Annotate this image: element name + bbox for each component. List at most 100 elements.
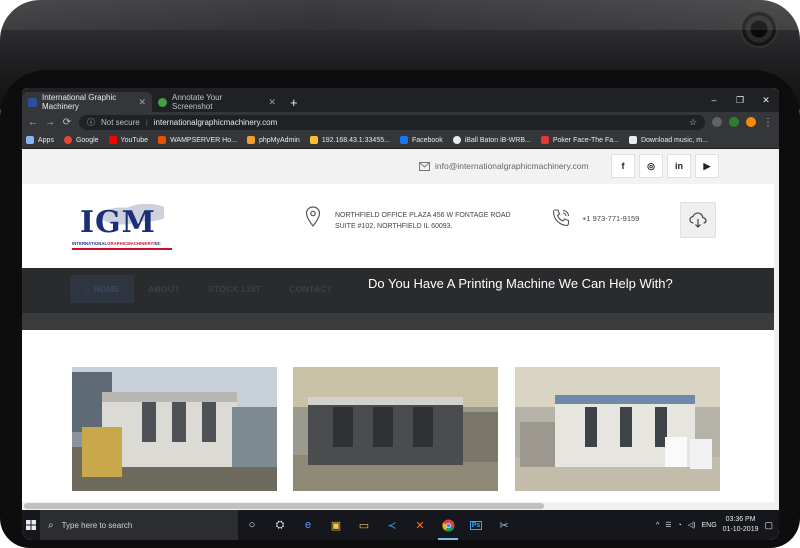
taskbar-search[interactable]: ⌕ Type here to search [40, 510, 238, 540]
close-icon[interactable]: ✕ [138, 97, 146, 108]
task-view-icon[interactable]: ○ [238, 510, 266, 540]
nav-contact[interactable]: CONTACT [275, 275, 346, 303]
bookmark-download-music[interactable]: Download music, m... [628, 136, 708, 144]
profile-avatar-icon[interactable] [746, 117, 756, 127]
nav-stock-list[interactable]: STOCK LIST [194, 275, 275, 303]
logo-underline [72, 248, 172, 250]
wifi-icon[interactable]: ◔ [678, 522, 682, 529]
address-line-1: NORTHFIELD OFFICE PLAZA 456 W FONTAGE RO… [335, 212, 511, 219]
phpmyadmin-icon [246, 136, 255, 144]
logo-text: IGM [80, 205, 156, 240]
edge-icon[interactable]: e [294, 510, 322, 540]
bookmark-wampserver[interactable]: WAMPSERVER Ho... [158, 136, 237, 144]
poker-face-icon [540, 136, 549, 144]
start-button[interactable] [22, 510, 40, 540]
printing-press-image [72, 367, 277, 491]
printing-press-image [515, 367, 720, 491]
bookmark-label: Poker Face-The Fa... [552, 136, 619, 144]
forward-arrow-icon[interactable]: → [45, 117, 55, 128]
bookmark-label: iBall Baton iB-WRB... [464, 136, 531, 144]
close-window-button[interactable]: ✕ [753, 95, 779, 106]
security-label: Not secure [101, 117, 140, 127]
extension-gear-icon[interactable] [712, 117, 722, 127]
tab-international-graphic-machinery[interactable]: International Graphic Machinery ✕ [22, 92, 152, 112]
bookmarks-bar: Apps Google YouTube WAMPSERVER Ho... php… [22, 132, 779, 149]
chrome-logo-icon [441, 519, 454, 532]
bookmark-network[interactable]: 192.168.43.1:33455... [309, 136, 390, 144]
minimize-button[interactable]: – [701, 95, 727, 105]
scrollbar-thumb[interactable] [24, 503, 544, 509]
bookmark-facebook[interactable]: Facebook [399, 136, 443, 144]
close-icon[interactable]: ✕ [268, 97, 276, 108]
chrome-icon[interactable] [434, 510, 462, 540]
bookmark-poker-face[interactable]: Poker Face-The Fa... [540, 136, 619, 144]
window-controls: – ❐ ✕ [701, 88, 779, 112]
igm-logo[interactable]: IGM INTERNATIONALGRAPHICMACHINERYINC [72, 199, 172, 254]
vscode-icon[interactable]: ≺ [378, 510, 406, 540]
machine-photo[interactable] [72, 367, 277, 491]
bookmark-iball[interactable]: iBall Baton iB-WRB... [452, 136, 531, 144]
url-field[interactable]: ⓘ Not secure | internationalgraphicmachi… [79, 114, 705, 130]
nav-home[interactable]: ⌂ HOME [70, 275, 135, 303]
bookmark-label: Facebook [411, 136, 443, 144]
volume-icon[interactable]: ◁) [688, 521, 696, 529]
horizontal-scrollbar[interactable] [22, 502, 774, 510]
network-icon[interactable]: ☰ [665, 521, 671, 529]
bookmark-star-icon[interactable]: ☆ [689, 117, 697, 128]
reload-icon[interactable]: ⟳ [62, 117, 72, 128]
camera-icon [742, 12, 776, 46]
info-icon[interactable]: ⓘ [87, 117, 95, 128]
snipping-icon[interactable]: ✂ [490, 510, 518, 540]
people-icon[interactable]: ⛭ [266, 510, 294, 540]
file-explorer-icon[interactable]: ▭ [350, 510, 378, 540]
search-icon: ⌕ [48, 519, 54, 531]
facebook-icon[interactable]: f [611, 154, 635, 178]
xampp-icon[interactable]: ✕ [406, 510, 434, 540]
youtube-icon [108, 136, 117, 144]
bookmark-phpmyadmin[interactable]: phpMyAdmin [246, 136, 300, 144]
photoshop-icon[interactable]: Ps [462, 510, 490, 540]
url-text: internationalgraphicmachinery.com [153, 117, 278, 127]
clock-time: 03:36 PM [725, 516, 756, 523]
browser-tab-bar: International Graphic Machinery ✕ Annota… [22, 88, 779, 112]
location-pin-icon [305, 206, 321, 227]
language-indicator[interactable]: ENG [702, 522, 717, 529]
bookmark-label: WAMPSERVER Ho... [170, 136, 237, 144]
phone-number[interactable]: +1 973-771-9159 [582, 214, 639, 223]
clock[interactable]: 03:36 PM 01-10-2019 [723, 515, 759, 535]
bookmark-youtube[interactable]: YouTube [108, 136, 148, 144]
youtube-icon[interactable]: ▶ [695, 154, 719, 178]
website-viewport: info@internationalgraphicmachinery.com f… [22, 149, 774, 510]
instagram-icon[interactable]: ◎ [639, 154, 663, 178]
machine-photo[interactable] [293, 367, 498, 491]
facebook-icon [399, 136, 408, 144]
tab-annotate-your-screenshot[interactable]: Annotate Your Screenshot ✕ [152, 92, 282, 112]
apps-grid-icon [26, 136, 34, 144]
tab-title: Annotate Your Screenshot [172, 93, 223, 111]
notifications-icon[interactable]: ▢ [764, 520, 773, 531]
bookmark-apps[interactable]: Apps [26, 136, 54, 144]
chevron-up-icon[interactable]: ^ [656, 522, 659, 529]
machine-photo[interactable] [515, 367, 720, 491]
main-nav: ⌂ HOME ABOUT STOCK LIST CONTACT [70, 275, 346, 303]
cloud-download-button[interactable] [680, 202, 716, 238]
menu-dots-icon[interactable]: ⋮ [763, 117, 773, 128]
bookmark-google[interactable]: Google [63, 136, 99, 144]
hero-headline: Do You Have A Printing Machine We Can He… [368, 276, 673, 291]
windows-taskbar: ⌕ Type here to search ○ ⛭ e ▣ ▭ ≺ ✕ Ps ✂… [22, 510, 779, 540]
iball-icon [452, 136, 461, 144]
bookmark-label: phpMyAdmin [258, 136, 300, 144]
back-arrow-icon[interactable]: ← [28, 117, 38, 128]
cloud-download-icon [689, 212, 707, 228]
linkedin-icon[interactable]: in [667, 154, 691, 178]
store-icon[interactable]: ▣ [322, 510, 350, 540]
new-tab-button[interactable]: + [282, 95, 306, 112]
vertical-scrollbar[interactable] [774, 149, 779, 510]
bookmark-label: Apps [38, 136, 54, 144]
extension-green-icon[interactable] [729, 117, 739, 127]
nav-about[interactable]: ABOUT [134, 275, 194, 303]
logo-tagline: INTERNATIONALGRAPHICMACHINERYINC [72, 241, 161, 246]
email-contact[interactable]: info@internationalgraphicmachinery.com [419, 161, 589, 171]
maximize-button[interactable]: ❐ [727, 95, 753, 106]
nav-home-label: HOME [93, 284, 121, 294]
